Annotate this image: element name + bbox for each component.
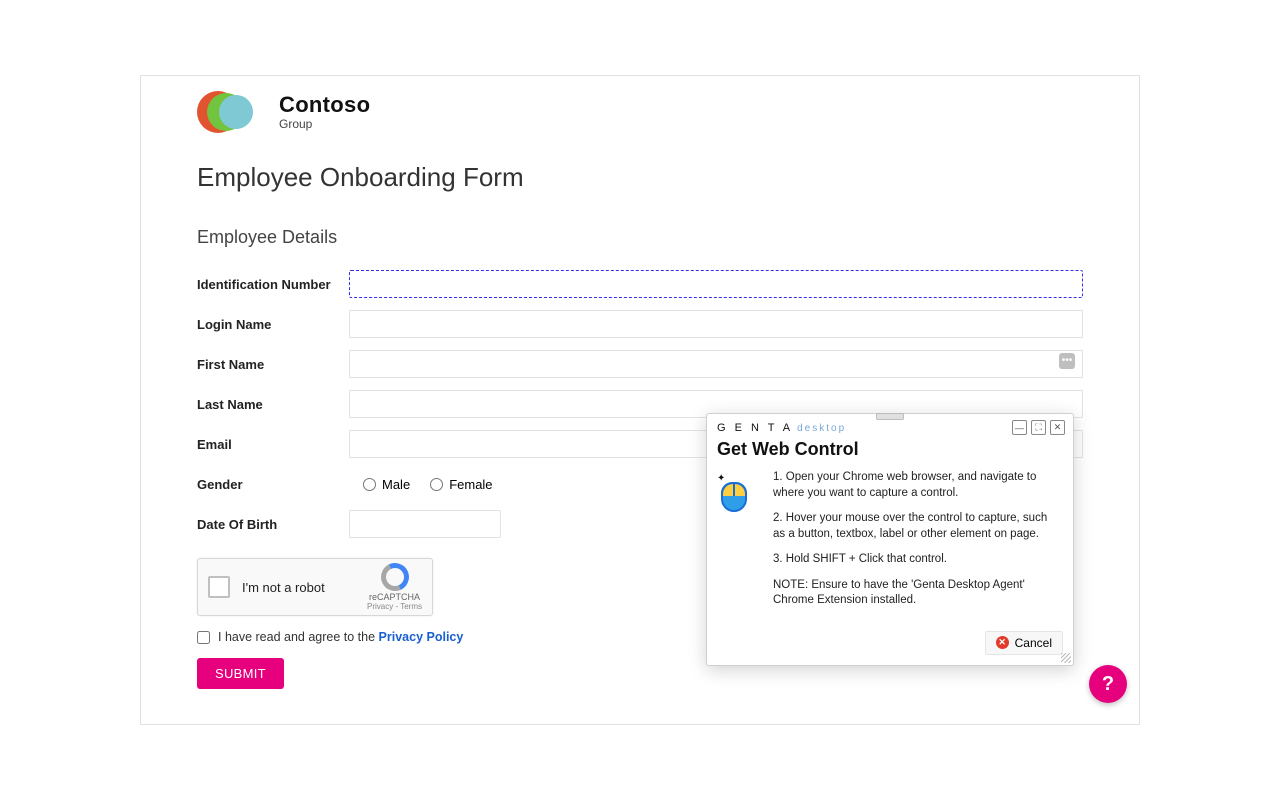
cancel-label: Cancel xyxy=(1015,636,1052,650)
radio-female[interactable]: Female xyxy=(430,477,492,492)
agree-checkbox[interactable] xyxy=(197,631,210,644)
genta-dialog: G E N T Adesktop — ⛶ ✕ Get Web Control ✦… xyxy=(706,413,1074,666)
brand-name: Contoso xyxy=(279,94,370,116)
close-icon[interactable]: ✕ xyxy=(1050,420,1065,435)
recaptcha-widget[interactable]: I'm not a robot reCAPTCHA Privacy - Term… xyxy=(197,558,433,616)
autofill-icon[interactable]: ••• xyxy=(1059,353,1075,369)
recaptcha-checkbox[interactable] xyxy=(208,576,230,598)
input-first-name[interactable] xyxy=(349,350,1083,378)
section-employee-details: Employee Details xyxy=(197,227,1083,248)
label-login-name: Login Name xyxy=(197,317,349,332)
recaptcha-links: Privacy - Terms xyxy=(367,603,422,612)
input-login-name[interactable] xyxy=(349,310,1083,338)
label-id-number: Identification Number xyxy=(197,277,349,292)
dialog-brand: G E N T Adesktop xyxy=(717,422,846,434)
radio-male-label: Male xyxy=(382,477,410,492)
minimize-icon[interactable]: — xyxy=(1012,420,1027,435)
radio-male[interactable]: Male xyxy=(363,477,410,492)
brand-logo-mark xyxy=(197,90,261,134)
maximize-icon[interactable]: ⛶ xyxy=(1031,420,1046,435)
help-fab[interactable]: ? xyxy=(1089,665,1127,703)
dialog-instructions: 1. Open your Chrome web browser, and nav… xyxy=(773,470,1061,619)
label-dob: Date Of Birth xyxy=(197,517,349,532)
agree-text: I have read and agree to the xyxy=(218,630,379,644)
page-title: Employee Onboarding Form xyxy=(197,162,1083,193)
input-id-number[interactable] xyxy=(349,270,1083,298)
radio-female-label: Female xyxy=(449,477,492,492)
brand-sub: Group xyxy=(279,118,370,130)
label-last-name: Last Name xyxy=(197,397,349,412)
cancel-x-icon: ✕ xyxy=(996,636,1009,649)
dialog-drag-handle[interactable] xyxy=(876,413,904,420)
resize-grip[interactable] xyxy=(1061,653,1071,663)
mouse-click-icon: ✦ xyxy=(719,474,749,512)
input-dob[interactable] xyxy=(349,510,501,538)
submit-button[interactable]: SUBMIT xyxy=(197,658,284,689)
dialog-title: Get Web Control xyxy=(707,437,1073,470)
cancel-button[interactable]: ✕ Cancel xyxy=(985,631,1063,655)
label-gender: Gender xyxy=(197,477,349,492)
recaptcha-icon xyxy=(381,563,409,591)
privacy-policy-link[interactable]: Privacy Policy xyxy=(379,630,464,644)
label-first-name: First Name xyxy=(197,357,349,372)
recaptcha-text: I'm not a robot xyxy=(242,580,367,595)
label-email: Email xyxy=(197,437,349,452)
brand-logo: Contoso Group xyxy=(197,90,1083,134)
